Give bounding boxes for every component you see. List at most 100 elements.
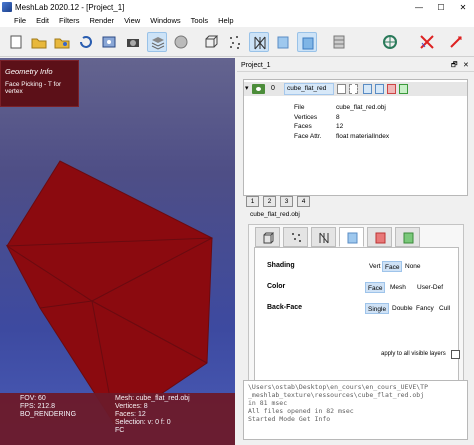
camera-icon[interactable] xyxy=(123,32,143,52)
layer-points-icon[interactable] xyxy=(349,84,358,94)
vertices-stat: Vertices: 8 xyxy=(115,403,148,410)
detail-file-value: cube_flat_red.obj xyxy=(336,104,386,111)
wireframe-icon[interactable] xyxy=(249,32,269,52)
menu-filters[interactable]: Filters xyxy=(59,16,79,25)
close-button[interactable]: ✕ xyxy=(452,0,474,14)
shading-none-option[interactable]: None xyxy=(403,261,423,272)
menu-help[interactable]: Help xyxy=(218,16,233,25)
points-icon[interactable] xyxy=(225,32,245,52)
shading-vert-option[interactable]: Vert xyxy=(367,261,383,272)
tab-solid[interactable] xyxy=(339,227,364,247)
visibility-eye-icon[interactable] xyxy=(252,84,265,94)
tab-wireframe[interactable] xyxy=(311,227,336,247)
view-buttons: 1 2 3 4 xyxy=(246,196,310,207)
faces-stat: Faces: 12 xyxy=(115,411,146,418)
detail-faceattr-key: Face Attr. xyxy=(294,133,322,140)
3d-viewport[interactable]: Geometry Info Face Picking - T for verte… xyxy=(0,58,235,445)
main-toolbar xyxy=(0,28,474,57)
smooth-icon[interactable] xyxy=(297,32,317,52)
color-face-option[interactable]: Face xyxy=(365,282,386,293)
backface-cull-option[interactable]: Cull xyxy=(437,303,452,314)
layer-texture-icon[interactable] xyxy=(387,84,396,94)
layer-panel: Project_1 🗗 ✕ ▾ 0 cube_flat_red File cub… xyxy=(237,58,474,445)
window-title: MeshLab 2020.12 - [Project_1] xyxy=(15,2,125,12)
layer-row[interactable]: ▾ 0 cube_flat_red xyxy=(244,82,467,96)
menu-view[interactable]: View xyxy=(124,16,140,25)
meshlab-app-icon xyxy=(2,2,12,12)
color-label: Color xyxy=(267,283,286,290)
fps-stat: FPS: 212.8 xyxy=(20,403,56,410)
log-line: _meshlab_texture\ressources\cube_flat_re… xyxy=(248,391,425,399)
view-button-4[interactable]: 4 xyxy=(297,196,310,207)
transform-icon[interactable] xyxy=(446,32,466,52)
collapse-arrow-icon[interactable]: ▾ xyxy=(245,84,249,92)
bounding-box-icon[interactable] xyxy=(201,32,221,52)
view-button-2[interactable]: 2 xyxy=(263,196,276,207)
minimize-button[interactable]: — xyxy=(408,0,430,14)
fov-stat: FOV: 60 xyxy=(20,395,46,402)
menu-bar: File Edit Filters Render View Windows To… xyxy=(0,14,474,27)
save-snapshot-icon[interactable] xyxy=(99,32,119,52)
flat-icon[interactable] xyxy=(273,32,293,52)
layer-name[interactable]: cube_flat_red xyxy=(284,83,334,95)
detail-faces-value: 12 xyxy=(336,123,344,130)
selection-stat: Selection: v: 0 f: 0 xyxy=(115,419,171,426)
project-title: Project_1 xyxy=(241,62,271,69)
color-userdef-option[interactable]: User-Def xyxy=(415,282,445,293)
layer-index: 0 xyxy=(271,85,275,92)
backface-label: Back-Face xyxy=(267,304,303,311)
apply-all-layers-checkbox[interactable] xyxy=(451,350,460,359)
log-line: in 81 msec xyxy=(248,399,288,407)
close-panel-button[interactable]: ✕ xyxy=(463,61,469,69)
backface-double-option[interactable]: Double xyxy=(390,303,415,314)
layer-list: ▾ 0 cube_flat_red File cube_flat_red.obj… xyxy=(243,79,468,196)
log-line: \Users\ostab\Desktop\en_cours\en_cours_U… xyxy=(248,383,429,391)
log-line: All files opened in 82 msec xyxy=(248,407,354,415)
detail-file-key: File xyxy=(294,104,305,111)
menu-file[interactable]: File xyxy=(14,16,26,25)
open-icon[interactable] xyxy=(29,32,49,52)
view-button-3[interactable]: 3 xyxy=(280,196,293,207)
new-project-icon[interactable] xyxy=(6,32,26,52)
face-picking-hint: Face Picking - T for vertex xyxy=(5,81,62,95)
apply-all-layers-label: apply to all visible layers xyxy=(381,351,446,357)
detail-faceattr-value: float materialIndex xyxy=(336,133,390,140)
maximize-button[interactable]: ☐ xyxy=(430,0,452,14)
log-window[interactable]: \Users\ostab\Desktop\en_cours\en_cours_U… xyxy=(243,380,468,440)
layer-color-icon[interactable] xyxy=(399,84,408,94)
geometry-info-title: Geometry Info xyxy=(5,67,53,76)
layers-icon[interactable] xyxy=(147,32,167,52)
cube-mesh xyxy=(5,160,214,426)
menu-render[interactable]: Render xyxy=(89,16,114,25)
layer-wire-icon[interactable] xyxy=(363,84,372,94)
geometry-info-box: Geometry Info Face Picking - T for verte… xyxy=(0,60,79,107)
navigate-icon[interactable] xyxy=(380,32,400,52)
shading-label: Shading xyxy=(267,262,295,269)
render-stats-box: FOV: 60 FPS: 212.8 BO_RENDERING Mesh: cu… xyxy=(0,393,235,445)
layer-smooth-icon[interactable] xyxy=(375,84,384,94)
menu-windows[interactable]: Windows xyxy=(150,16,180,25)
rendering-mode-stat: BO_RENDERING xyxy=(20,411,77,418)
select-icon[interactable] xyxy=(417,32,437,52)
backface-single-option[interactable]: Single xyxy=(365,303,390,314)
tab-color[interactable] xyxy=(395,227,420,247)
color-mesh-option[interactable]: Mesh xyxy=(388,282,408,293)
texture-icon[interactable] xyxy=(329,32,349,52)
view-button-1[interactable]: 1 xyxy=(246,196,259,207)
backface-fancy-option[interactable]: Fancy xyxy=(414,303,436,314)
log-line: Started Mode Get Info xyxy=(248,415,331,423)
layer-doc-icon[interactable] xyxy=(337,84,346,94)
tab-texture[interactable] xyxy=(367,227,392,247)
shading-face-option[interactable]: Face xyxy=(382,261,403,272)
open-mesh-icon[interactable] xyxy=(52,32,72,52)
raster-icon[interactable] xyxy=(171,32,191,52)
layer-panel-header: Project_1 🗗 ✕ xyxy=(237,60,474,72)
tab-points[interactable] xyxy=(283,227,308,247)
tab-bbox[interactable] xyxy=(255,227,280,247)
menu-edit[interactable]: Edit xyxy=(36,16,49,25)
solid-settings: Shading Vert Face None Color Face Mesh U… xyxy=(254,247,459,397)
float-panel-button[interactable]: 🗗 xyxy=(451,61,458,72)
menu-tools[interactable]: Tools xyxy=(191,16,209,25)
reload-icon[interactable] xyxy=(76,32,96,52)
detail-vertices-value: 8 xyxy=(336,114,340,121)
